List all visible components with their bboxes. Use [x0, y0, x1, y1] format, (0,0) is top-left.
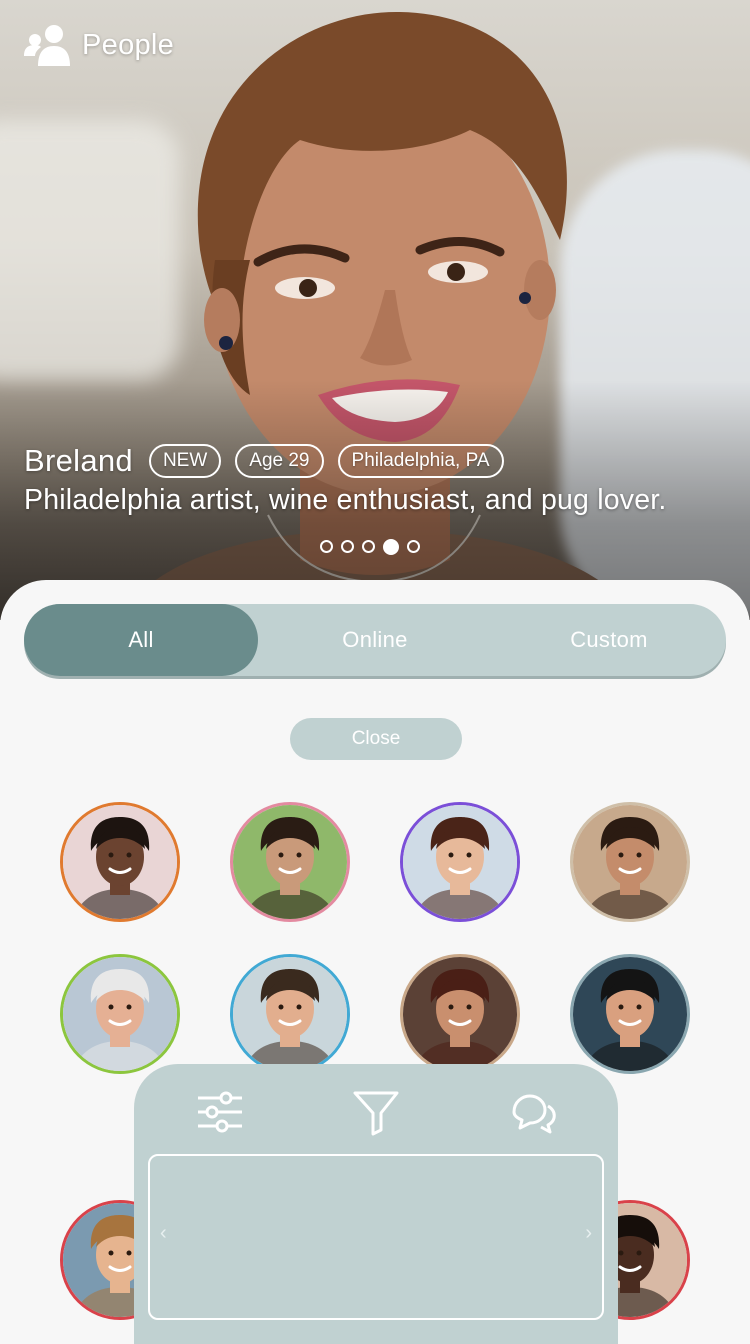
next-arrow[interactable]: ›	[585, 1222, 592, 1245]
prev-arrow[interactable]: ‹	[160, 1222, 167, 1245]
avatar[interactable]	[570, 954, 690, 1074]
carousel-dot[interactable]	[341, 540, 354, 553]
avatar-photo	[63, 805, 177, 919]
avatar[interactable]	[230, 802, 350, 922]
sliders-icon[interactable]	[196, 1088, 244, 1136]
filter-icon[interactable]	[352, 1088, 400, 1136]
carousel-dot-active[interactable]	[383, 538, 399, 555]
avatar-photo	[403, 805, 517, 919]
avatar-photo	[573, 957, 687, 1071]
avatar[interactable]	[60, 954, 180, 1074]
tab-online[interactable]: Online	[258, 604, 492, 676]
tools-panel: ‹ ›	[134, 1064, 618, 1344]
age-badge: Age 29	[235, 444, 324, 478]
avatar-photo	[63, 957, 177, 1071]
profile-summary: Breland NEW Age 29 Philadelphia, PA	[24, 443, 504, 479]
app-header: People	[24, 22, 174, 68]
new-badge: NEW	[148, 444, 222, 478]
avatar-photo	[573, 805, 687, 919]
carousel-dot[interactable]	[407, 540, 420, 553]
tab-custom[interactable]: Custom	[492, 604, 726, 676]
avatar-photo	[233, 957, 347, 1071]
preview-box: ‹ ›	[148, 1154, 604, 1320]
avatar[interactable]	[570, 802, 690, 922]
avatar[interactable]	[400, 802, 520, 922]
carousel-indicator	[320, 538, 420, 555]
people-icon	[24, 25, 70, 66]
tab-all[interactable]: All	[24, 604, 258, 676]
carousel-dot[interactable]	[320, 540, 333, 553]
location-badge: Philadelphia, PA	[337, 444, 504, 478]
avatar-photo	[403, 957, 517, 1071]
profile-name: Breland	[24, 443, 133, 478]
profile-hero[interactable]: People Breland NEW Age 29 Philadelphia, …	[0, 0, 750, 620]
avatar[interactable]	[400, 954, 520, 1074]
avatar[interactable]	[230, 954, 350, 1074]
avatar-photo	[233, 805, 347, 919]
carousel-dot[interactable]	[362, 540, 375, 553]
close-button[interactable]: Close	[290, 718, 462, 760]
chat-icon[interactable]	[508, 1088, 556, 1136]
profile-bio: Philadelphia artist, wine enthusiast, an…	[24, 484, 667, 516]
page-title: People	[82, 28, 175, 61]
avatar[interactable]	[60, 802, 180, 922]
filter-tabs: All Online Custom	[24, 604, 726, 676]
